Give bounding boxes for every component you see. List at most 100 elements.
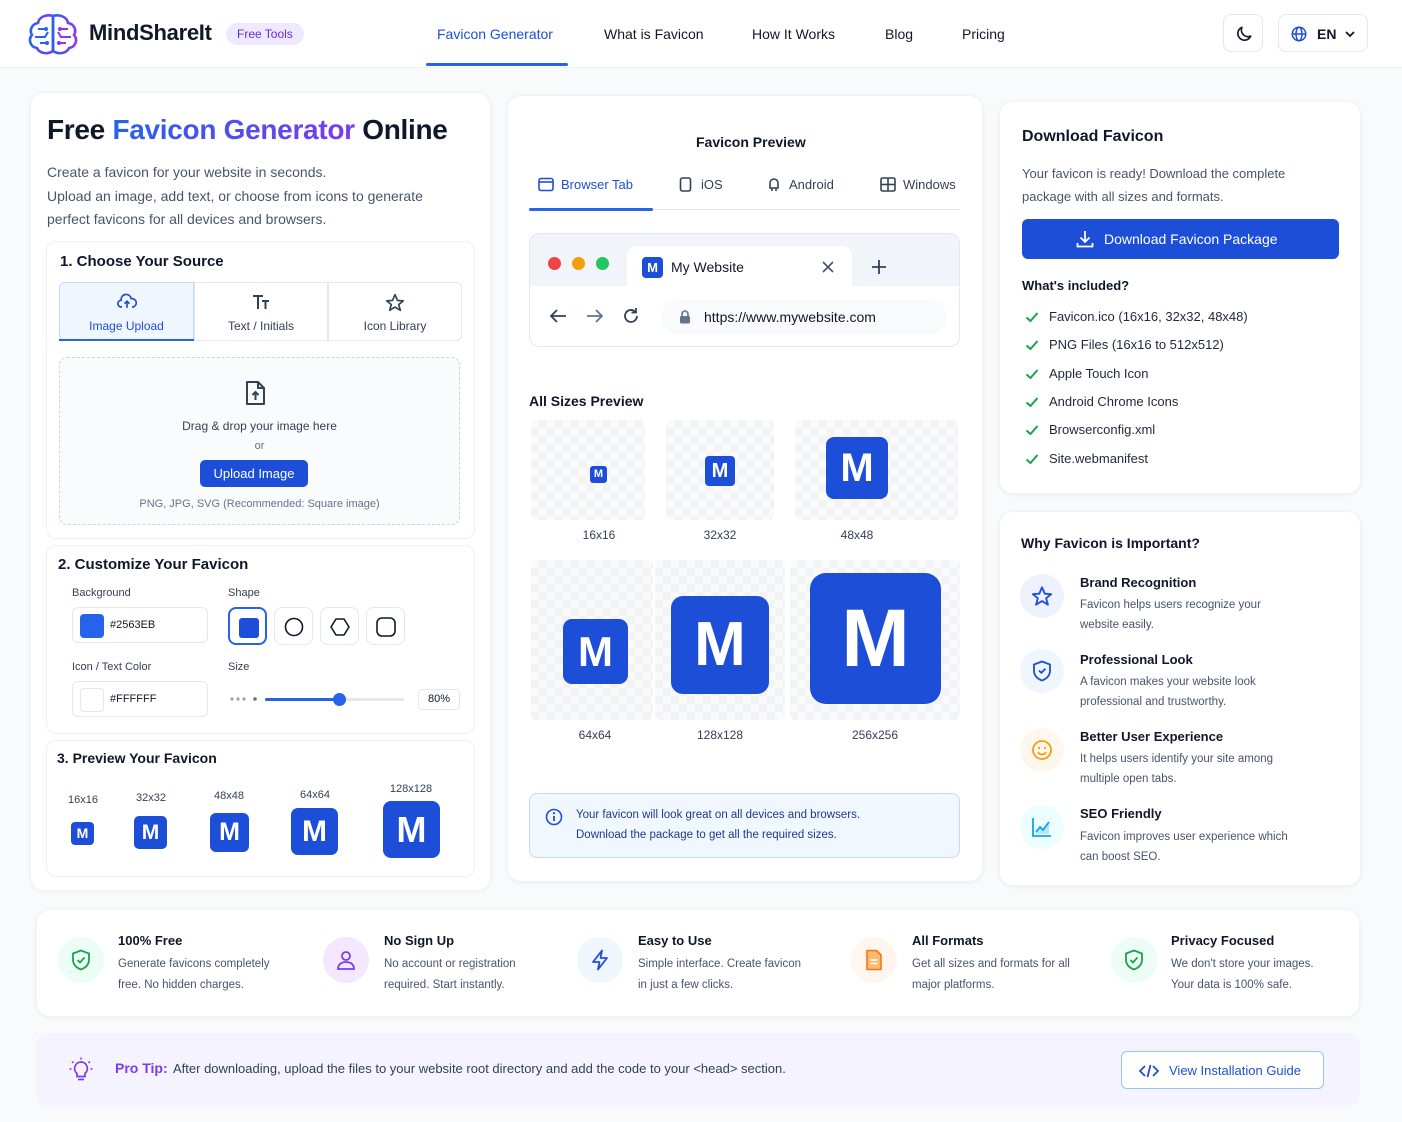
info-notice: Your favicon will look great on all devi… [529, 793, 960, 858]
check-icon [1025, 369, 1039, 380]
active-nav-indicator [426, 63, 568, 66]
feature-icon-bg [851, 937, 897, 983]
refresh-icon[interactable] [622, 307, 640, 325]
shape-rounded-button[interactable] [366, 607, 405, 645]
browser-tab[interactable]: M My Website [627, 246, 852, 288]
text-size-icon [253, 295, 269, 309]
arrow-right-icon[interactable] [586, 308, 604, 324]
nav-pricing[interactable]: Pricing [962, 26, 1005, 42]
feature-desc: Generate favicons completely free. No hid… [118, 958, 270, 991]
step3-title: 3. Preview Your Favicon [57, 750, 217, 766]
drop-instruction: Drag & drop your image here [182, 419, 337, 433]
upload-image-button[interactable]: Upload Image [200, 460, 308, 487]
nav-favicon-generator[interactable]: Favicon Generator [437, 26, 553, 42]
nav-blog[interactable]: Blog [885, 26, 913, 42]
shape-circle-button[interactable] [274, 607, 313, 645]
size-caption: 128x128 [389, 783, 433, 795]
image-drop-zone[interactable]: Drag & drop your image here or PNG, JPG,… [59, 357, 460, 525]
color-swatch[interactable] [80, 688, 104, 712]
moon-icon [1237, 26, 1252, 41]
theme-toggle-button[interactable] [1223, 14, 1263, 52]
why-item-title: Better User Experience [1080, 729, 1224, 744]
address-bar: https://www.mywebsite.com [530, 286, 959, 346]
active-tab-indicator [59, 339, 194, 341]
tab-title: My Website [671, 259, 744, 275]
arrow-left-icon[interactable] [549, 308, 567, 324]
android-icon [769, 178, 779, 191]
size-label: Size [228, 661, 250, 673]
size-value[interactable]: 80% [418, 689, 460, 710]
download-package-button[interactable]: Download Favicon Package [1022, 219, 1339, 259]
favicon-preview-128: M [383, 801, 440, 858]
close-icon[interactable] [822, 261, 834, 273]
star-icon [1031, 586, 1053, 606]
brand-name[interactable]: MindShareIt [89, 20, 212, 46]
why-item-desc: A favicon makes your website look [1080, 676, 1256, 688]
globe-icon [1291, 26, 1307, 42]
user-icon [337, 951, 355, 970]
plus-icon[interactable] [871, 259, 887, 275]
why-icon-bg [1020, 649, 1064, 693]
favicon-size-48: M [826, 437, 888, 499]
feature-icon-bg [1111, 937, 1157, 983]
why-item-title: Professional Look [1080, 652, 1193, 667]
accepted-formats: PNG, JPG, SVG (Recommended: Square image… [139, 498, 380, 510]
tab-icon-library[interactable]: Icon Library [328, 282, 462, 341]
star-icon [385, 293, 405, 312]
download-title: Download Favicon [1022, 128, 1164, 145]
size-slider[interactable] [265, 693, 404, 706]
check-icon [1025, 397, 1039, 408]
slider-handle[interactable] [332, 693, 346, 706]
feature-title: No Sign Up [384, 933, 455, 948]
size-small-icon [230, 697, 257, 701]
favicon-size-16: M [590, 466, 607, 483]
feature-desc: Get all sizes and formats for all major p… [912, 958, 1070, 991]
rounded-square-icon [239, 618, 259, 638]
check-icon [1025, 340, 1039, 351]
shield-icon [1033, 660, 1051, 682]
browser-window-icon [538, 177, 554, 192]
size-caption: 16x16 [68, 794, 98, 806]
smile-icon [1032, 740, 1052, 760]
background-color-field[interactable]: #2563EB [72, 607, 208, 643]
check-icon [1025, 425, 1039, 436]
step2-title: 2. Customize Your Favicon [58, 556, 249, 573]
feature-title: Easy to Use [638, 933, 712, 948]
included-title: What's included? [1022, 278, 1130, 293]
color-swatch[interactable] [80, 614, 104, 638]
feature-desc: We don't store your images. Your data is … [1171, 958, 1314, 991]
included-item-label: Favicon.ico (16x16, 32x32, 48x48) [1049, 309, 1248, 324]
active-tab-indicator [529, 208, 653, 211]
language-selector[interactable]: EN [1278, 14, 1368, 52]
icon-color-value: #FFFFFF [110, 693, 157, 705]
shape-square-button[interactable] [228, 607, 267, 645]
preview-title: Favicon Preview [696, 134, 806, 150]
installation-guide-button[interactable]: View Installation Guide [1121, 1051, 1324, 1089]
included-item-label: PNG Files (16x16 to 512x512) [1049, 337, 1224, 352]
tab-image-upload[interactable]: Image Upload [59, 282, 194, 341]
lock-icon [680, 310, 690, 324]
size-caption: 256x256 [851, 728, 899, 742]
feature-desc: Simple interface. Create favicon in just … [638, 958, 801, 991]
browser-mockup: M My Website https://www.mywebsite.com [529, 233, 960, 347]
nav-what-is-favicon[interactable]: What is Favicon [604, 26, 704, 42]
tab-label: Text / Initials [227, 319, 295, 333]
favicon-preview-48: M [210, 813, 249, 852]
icon-color-field[interactable]: #FFFFFF [72, 681, 208, 717]
feature-icon-bg [577, 937, 623, 983]
close-dot [548, 257, 561, 270]
or-separator: or [254, 440, 265, 452]
size-caption: 32x32 [136, 792, 166, 804]
nav-how-it-works[interactable]: How It Works [752, 26, 835, 42]
feature-icon-bg [58, 937, 104, 983]
url-field[interactable]: https://www.mywebsite.com [661, 300, 947, 334]
size-caption: 16x16 [582, 528, 616, 542]
brain-logo-icon[interactable] [26, 12, 80, 56]
shape-hexagon-button[interactable] [320, 607, 359, 645]
tab-text-initials[interactable]: Text / Initials [194, 282, 328, 341]
why-icon-bg [1020, 805, 1064, 849]
favicon-preview-64: M [291, 808, 338, 855]
favicon-preview-16: M [71, 822, 94, 845]
language-code: EN [1317, 26, 1337, 42]
download-desc: Your favicon is ready! Download the comp… [1022, 166, 1286, 181]
